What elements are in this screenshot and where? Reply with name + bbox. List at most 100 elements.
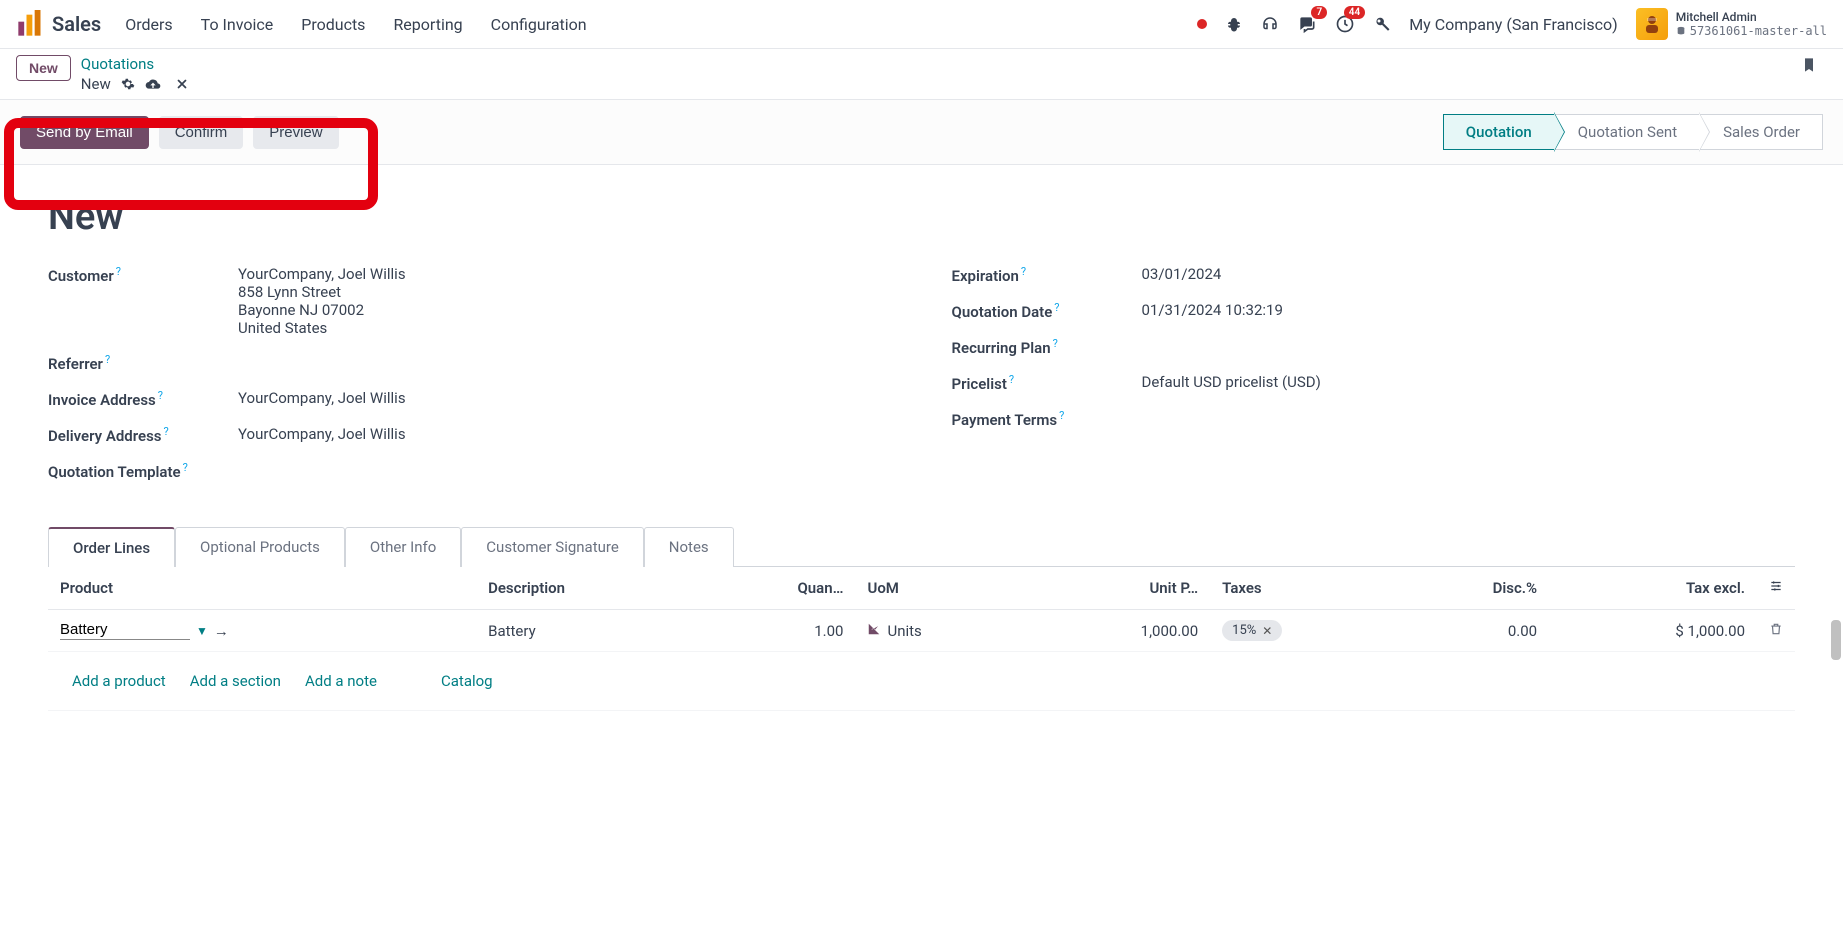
- label-recurring-plan: Recurring Plan?: [952, 337, 1142, 357]
- tools-icon[interactable]: [1373, 15, 1391, 33]
- status-quotation[interactable]: Quotation: [1443, 114, 1555, 150]
- nav-configuration[interactable]: Configuration: [491, 15, 587, 34]
- delete-row-icon[interactable]: [1757, 610, 1795, 652]
- status-sales-order[interactable]: Sales Order: [1700, 114, 1823, 150]
- cell-unit-price[interactable]: 1,000.00: [1029, 610, 1210, 652]
- label-expiration: Expiration?: [952, 265, 1142, 285]
- gear-icon[interactable]: [121, 77, 135, 91]
- breadcrumb-bar: New Quotations New: [0, 49, 1843, 99]
- topbar-right: 7 44 My Company (San Francisco) Mitchell…: [1197, 8, 1827, 40]
- tab-order-lines[interactable]: Order Lines: [48, 527, 175, 567]
- messaging-badge: 7: [1311, 6, 1327, 19]
- add-product-link[interactable]: Add a product: [72, 672, 166, 690]
- col-uom[interactable]: UoM: [855, 567, 1029, 610]
- catalog-link[interactable]: Catalog: [441, 672, 493, 690]
- bookmark-icon[interactable]: [1801, 55, 1817, 75]
- avatar-icon: [1636, 8, 1668, 40]
- label-quotation-template: Quotation Template?: [48, 461, 238, 481]
- confirm-button[interactable]: Confirm: [159, 116, 244, 149]
- nav-to-invoice[interactable]: To Invoice: [201, 15, 274, 34]
- col-disc[interactable]: Disc.%: [1397, 567, 1549, 610]
- field-expiration[interactable]: 03/01/2024: [1142, 265, 1222, 283]
- col-product[interactable]: Product: [48, 567, 476, 610]
- col-unit-price[interactable]: Unit P…: [1029, 567, 1210, 610]
- order-lines-table: Product Description Quan… UoM Unit P… Ta…: [48, 567, 1795, 711]
- bug-icon[interactable]: [1225, 15, 1243, 33]
- tab-customer-signature[interactable]: Customer Signature: [461, 527, 644, 567]
- label-invoice-address: Invoice Address?: [48, 389, 238, 409]
- help-icon[interactable]: ?: [1054, 301, 1059, 314]
- cell-disc[interactable]: 0.00: [1397, 610, 1549, 652]
- tab-notes[interactable]: Notes: [644, 527, 734, 567]
- nav-reporting[interactable]: Reporting: [393, 15, 462, 34]
- col-taxes[interactable]: Taxes: [1210, 567, 1397, 610]
- chevron-down-icon[interactable]: ▼: [196, 624, 208, 638]
- company-selector[interactable]: My Company (San Francisco): [1409, 15, 1618, 34]
- tax-chip[interactable]: 15% ✕: [1222, 620, 1282, 641]
- status-bar: Quotation Quotation Sent Sales Order: [1443, 114, 1823, 150]
- col-options[interactable]: [1757, 567, 1795, 610]
- label-payment-terms: Payment Terms?: [952, 409, 1142, 429]
- label-referrer: Referrer?: [48, 353, 238, 373]
- help-icon[interactable]: ?: [164, 425, 169, 438]
- table-row[interactable]: ▼ → Battery 1.00 Units: [48, 610, 1795, 652]
- main-nav: Orders To Invoice Products Reporting Con…: [125, 15, 586, 34]
- activities-icon[interactable]: 44: [1335, 14, 1355, 34]
- breadcrumb-current: New: [81, 75, 111, 93]
- sliders-icon: [1769, 579, 1783, 593]
- notebook-tabs: Order Lines Optional Products Other Info…: [48, 527, 1795, 567]
- record-indicator-icon[interactable]: [1197, 19, 1207, 29]
- cell-uom[interactable]: Units: [887, 622, 921, 640]
- field-customer[interactable]: YourCompany, Joel Willis 858 Lynn Street…: [238, 265, 406, 337]
- scrollbar-thumb[interactable]: [1831, 620, 1841, 660]
- preview-button[interactable]: Preview: [253, 116, 338, 149]
- field-invoice-address[interactable]: YourCompany, Joel Willis: [238, 389, 406, 407]
- user-menu[interactable]: Mitchell Admin 57361061-master-all: [1636, 8, 1827, 40]
- help-icon[interactable]: ?: [1053, 337, 1058, 350]
- tab-other-info[interactable]: Other Info: [345, 527, 461, 567]
- col-tax-excl[interactable]: Tax excl.: [1549, 567, 1757, 610]
- col-quantity[interactable]: Quan…: [700, 567, 855, 610]
- help-icon[interactable]: ?: [183, 461, 188, 474]
- field-delivery-address[interactable]: YourCompany, Joel Willis: [238, 425, 406, 443]
- help-icon[interactable]: ?: [105, 353, 110, 366]
- label-pricelist: Pricelist?: [952, 373, 1142, 393]
- remove-tax-icon[interactable]: ✕: [1262, 624, 1272, 638]
- nav-products[interactable]: Products: [301, 15, 365, 34]
- chart-icon[interactable]: [867, 622, 881, 640]
- discard-icon[interactable]: [175, 76, 189, 92]
- help-icon[interactable]: ?: [158, 389, 163, 402]
- new-record-button[interactable]: New: [16, 55, 71, 81]
- field-quotation-date[interactable]: 01/31/2024 10:32:19: [1142, 301, 1283, 319]
- cloud-save-icon[interactable]: [145, 76, 161, 92]
- label-quotation-date: Quotation Date?: [952, 301, 1142, 321]
- add-section-link[interactable]: Add a section: [190, 672, 281, 690]
- sales-app-icon: [16, 10, 44, 38]
- field-pricelist[interactable]: Default USD pricelist (USD): [1142, 373, 1321, 391]
- app-brand[interactable]: Sales: [16, 10, 101, 38]
- cell-tax-excl: $ 1,000.00: [1549, 610, 1757, 652]
- breadcrumb-quotations[interactable]: Quotations: [81, 55, 189, 73]
- help-icon[interactable]: ?: [1059, 409, 1064, 422]
- action-bar: Send by Email Confirm Preview Quotation …: [0, 99, 1843, 165]
- help-icon[interactable]: ?: [1009, 373, 1014, 386]
- status-quotation-sent[interactable]: Quotation Sent: [1555, 114, 1700, 150]
- tab-optional-products[interactable]: Optional Products: [175, 527, 345, 567]
- activities-badge: 44: [1344, 6, 1365, 19]
- internal-link-icon[interactable]: →: [214, 622, 229, 640]
- cell-description[interactable]: Battery: [476, 610, 700, 652]
- product-input[interactable]: [60, 621, 190, 640]
- help-icon[interactable]: ?: [1021, 265, 1026, 278]
- send-by-email-button[interactable]: Send by Email: [20, 116, 149, 149]
- record-title: New: [48, 195, 1795, 239]
- support-icon[interactable]: [1261, 15, 1279, 33]
- add-note-link[interactable]: Add a note: [305, 672, 377, 690]
- label-delivery-address: Delivery Address?: [48, 425, 238, 445]
- app-title: Sales: [52, 12, 101, 36]
- nav-orders[interactable]: Orders: [125, 15, 172, 34]
- database-icon: [1676, 26, 1686, 36]
- messaging-icon[interactable]: 7: [1297, 14, 1317, 34]
- help-icon[interactable]: ?: [116, 265, 121, 278]
- cell-quantity[interactable]: 1.00: [700, 610, 855, 652]
- col-description[interactable]: Description: [476, 567, 700, 610]
